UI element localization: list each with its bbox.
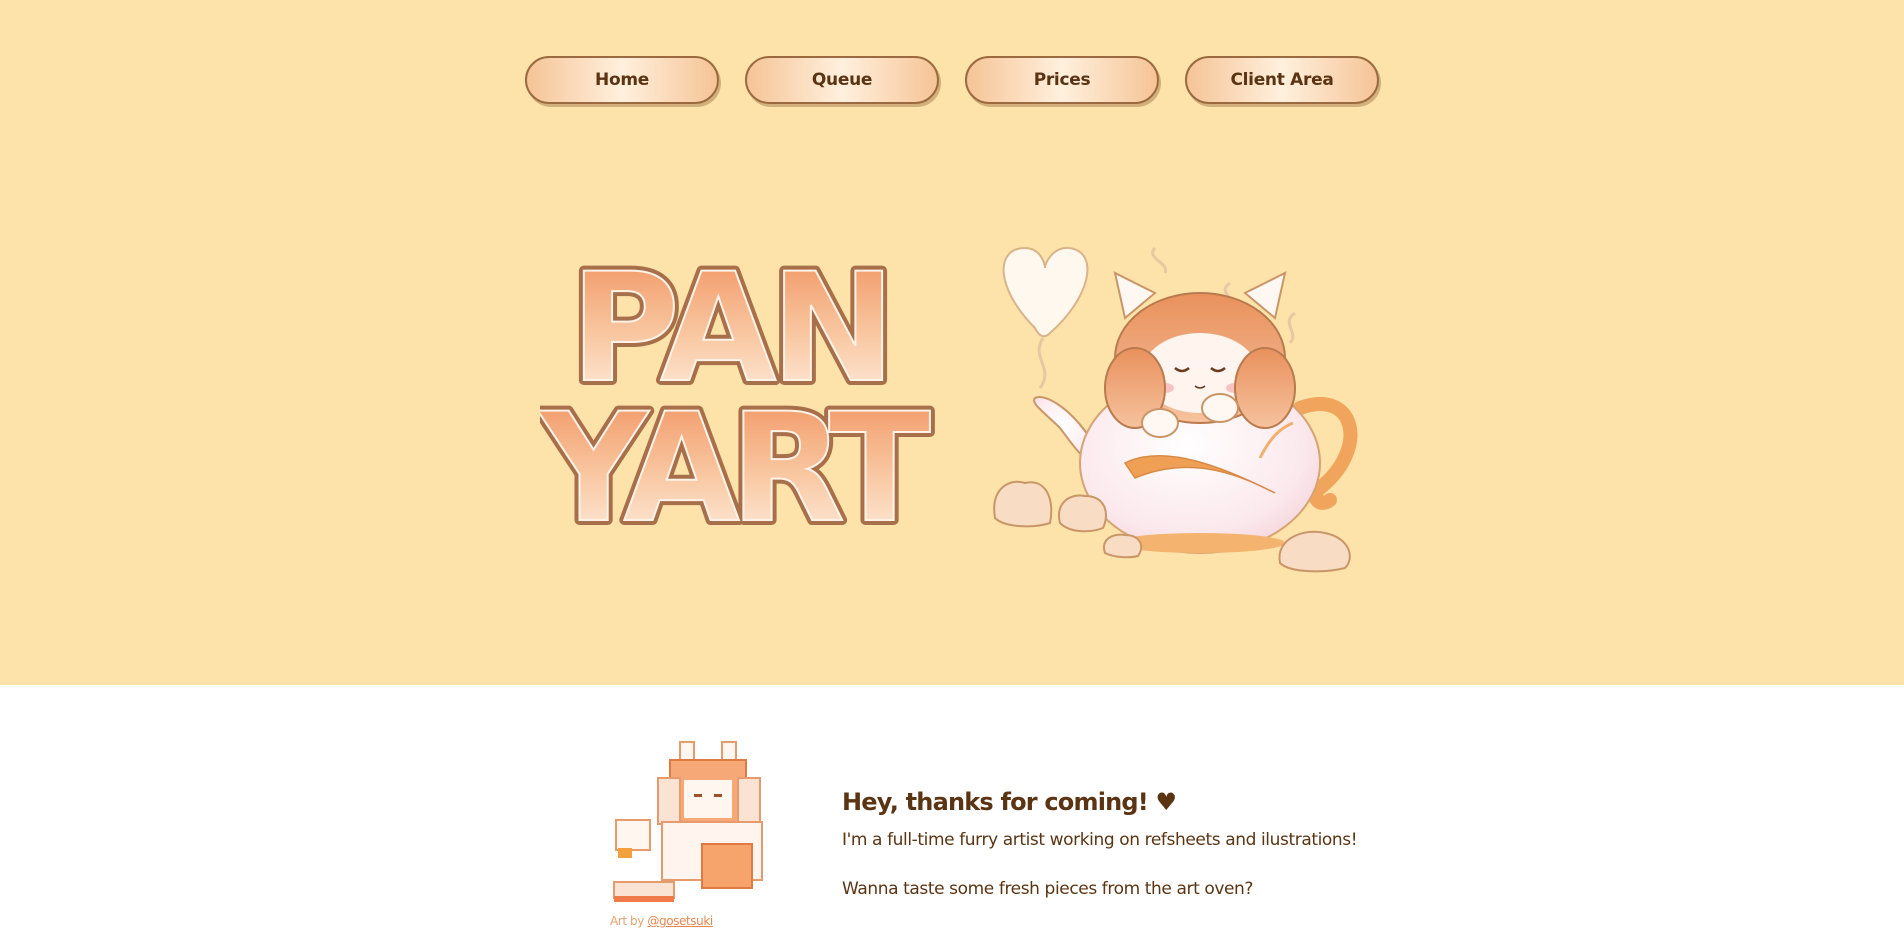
nav-queue-button[interactable]: Queue (745, 56, 939, 104)
panyart-logo-image: PAN PAN YART YART (532, 237, 945, 561)
hero-banner: Home Queue Prices Client Area PAN PAN YA… (0, 0, 1904, 685)
nav-home-button[interactable]: Home (525, 56, 719, 104)
cat-in-teapot-illustration (975, 238, 1375, 578)
pixel-art-mascot (610, 738, 785, 913)
intro-text-line1: I'm a full-time furry artist working on … (842, 830, 1358, 850)
credit-prefix: Art by (610, 914, 644, 928)
cat-in-teapot-icon (993, 246, 1358, 573)
art-credit: Art by @gosetsuki (610, 914, 810, 934)
intro-title: Hey, thanks for coming! ♥ (842, 788, 1177, 816)
credit-link[interactable]: @gosetsuki (647, 914, 713, 928)
nav-client-area-button[interactable]: Client Area (1185, 56, 1379, 104)
logo-line2: YART (540, 382, 930, 550)
intro-text-line2: Wanna taste some fresh pieces from the a… (842, 879, 1254, 899)
pixel-cat-icon (613, 741, 763, 902)
main-nav: Home Queue Prices Client Area (525, 56, 1381, 106)
nav-prices-button[interactable]: Prices (965, 56, 1159, 104)
panyart-logo: PAN PAN YART YART (532, 237, 945, 561)
